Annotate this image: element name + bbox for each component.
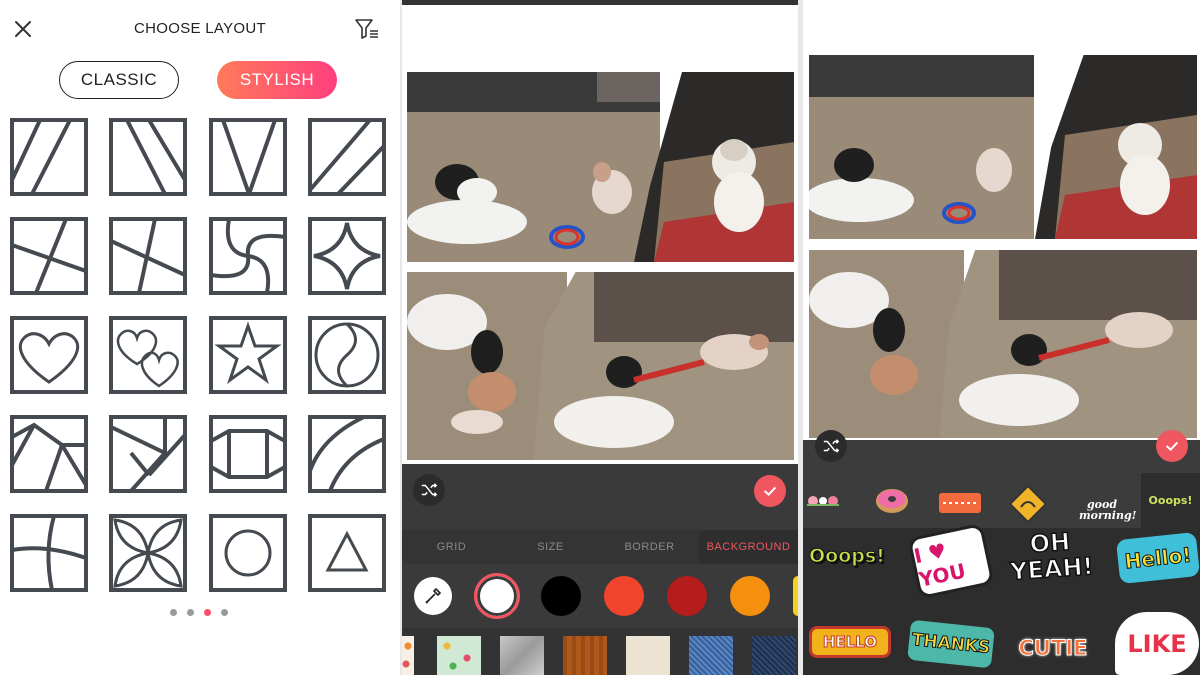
collage-sticker-screen: good morning! Ooops! Ooops! I ♥ YOU OH Y… [803,0,1200,675]
tab-background[interactable]: BACKGROUND [699,530,798,564]
checkmark-icon[interactable] [1156,430,1188,462]
texture-paper[interactable] [626,636,670,675]
color-swatch-orange[interactable] [730,576,770,616]
classic-tab-button[interactable]: CLASSIC [59,61,179,99]
collage-photo-dogs-lying[interactable] [407,72,660,262]
header: CHOOSE LAYOUT [0,0,400,58]
layout-tile-heart[interactable] [10,316,88,394]
color-swatch-red[interactable] [667,576,707,616]
sticker-category-flowers[interactable] [805,493,841,509]
toolbar-panel [803,440,1200,473]
sticker-hello-bubble[interactable]: Hello! [1115,531,1200,585]
layout-tile-x-split-offset[interactable] [10,217,88,295]
sticker-category-sign[interactable] [1008,484,1048,524]
layout-tile-triangle-pinwheel[interactable] [109,415,187,493]
tab-grid[interactable]: GRID [402,530,501,564]
sticker-like[interactable]: LIKE [1115,612,1199,675]
layout-tile-wavy-quad[interactable] [10,514,88,592]
sticker-category-bar: good morning! Ooops! [803,473,1200,528]
filter-icon[interactable] [354,17,380,41]
sticker-category-good-morning[interactable]: good morning! [1079,487,1136,525]
shuffle-icon[interactable] [413,474,445,506]
layout-tile-circle[interactable] [209,514,287,592]
page-title: CHOOSE LAYOUT [134,20,266,37]
checkmark-icon[interactable] [754,475,786,507]
sticker-category-rating-bubble[interactable] [939,493,981,513]
texture-denim-blue[interactable] [689,636,733,675]
layout-tile-petal-cross[interactable] [109,514,187,592]
layout-tile-diagonal-lines-left[interactable] [109,118,187,196]
layout-tile-triangle-v[interactable] [209,118,287,201]
tab-size[interactable]: SIZE [501,530,600,564]
sticker-grid: Ooops! I ♥ YOU OH YEAH! Hello! HELLO THA… [803,522,1200,675]
texture-silver-tile[interactable] [500,636,544,675]
collage-background-screen: GRID SIZE BORDER BACKGROUND [402,0,798,675]
sticker-category-ooops[interactable]: Ooops! [1141,473,1200,528]
sticker-ooops[interactable]: Ooops! [809,545,886,568]
layout-tile-diagonal-corner[interactable] [308,118,386,196]
color-swatch-orange-red[interactable] [604,576,644,616]
collage-photo-dogs-play[interactable] [809,250,964,438]
texture-stars-pattern[interactable] [437,636,481,675]
color-swatch-black[interactable] [541,576,581,616]
collage-photo-tug-of-war[interactable] [534,272,794,460]
layout-tile-yin-yang[interactable] [308,316,386,394]
layout-tile-double-heart[interactable] [109,316,187,394]
layout-tile-four-point-star[interactable] [308,217,386,295]
tab-border[interactable]: BORDER [600,530,699,564]
shuffle-icon[interactable] [815,430,847,462]
sticker-thanks[interactable]: THANKS [907,619,995,669]
collage-photo-puppy-sitting[interactable] [1035,55,1197,239]
sticker-cutie[interactable]: CUTIE [1011,628,1095,668]
layout-tile-star[interactable] [209,316,287,394]
texture-strip [402,628,798,675]
layout-tile-diagonal-lines-right[interactable] [10,118,88,196]
texture-floral[interactable] [402,636,414,675]
sticker-i-love-you[interactable]: I ♥ YOU [907,522,995,600]
status-bar [402,0,798,5]
page-dot[interactable] [170,609,177,616]
page-indicator [170,609,228,616]
page-dot[interactable] [221,609,228,616]
texture-denim-dark[interactable] [752,636,796,675]
texture-wood[interactable] [563,636,607,675]
page-dot[interactable] [187,609,194,616]
layout-tile-pinwheel-curves[interactable] [209,217,287,295]
sticker-oh-yeah[interactable]: OH YEAH! [1007,527,1095,589]
layout-tile-x-split[interactable] [109,217,187,295]
sticker-category-donut[interactable] [874,486,910,516]
color-swatches [402,564,798,628]
stylish-tab-button[interactable]: STYLISH [217,61,337,99]
collage-photo-tug-of-war[interactable] [939,250,1197,438]
sticker-hello[interactable]: HELLO [809,626,891,658]
layout-tile-arc-corner[interactable] [308,415,386,493]
toolbar-panel [402,464,798,530]
color-swatch-white-selected[interactable] [474,573,520,619]
choose-layout-screen: CHOOSE LAYOUT CLASSIC STYLISH [0,0,400,675]
layout-tile-pentagon-split[interactable] [10,415,88,493]
edit-tabs: GRID SIZE BORDER BACKGROUND [402,530,798,564]
page-dot-active[interactable] [204,609,211,616]
layout-tile-hexagon-band[interactable] [209,415,287,493]
collage-photo-dogs-lying[interactable] [809,55,1034,239]
eyedropper-icon[interactable] [414,577,452,615]
layout-tile-triangle[interactable] [308,514,386,592]
